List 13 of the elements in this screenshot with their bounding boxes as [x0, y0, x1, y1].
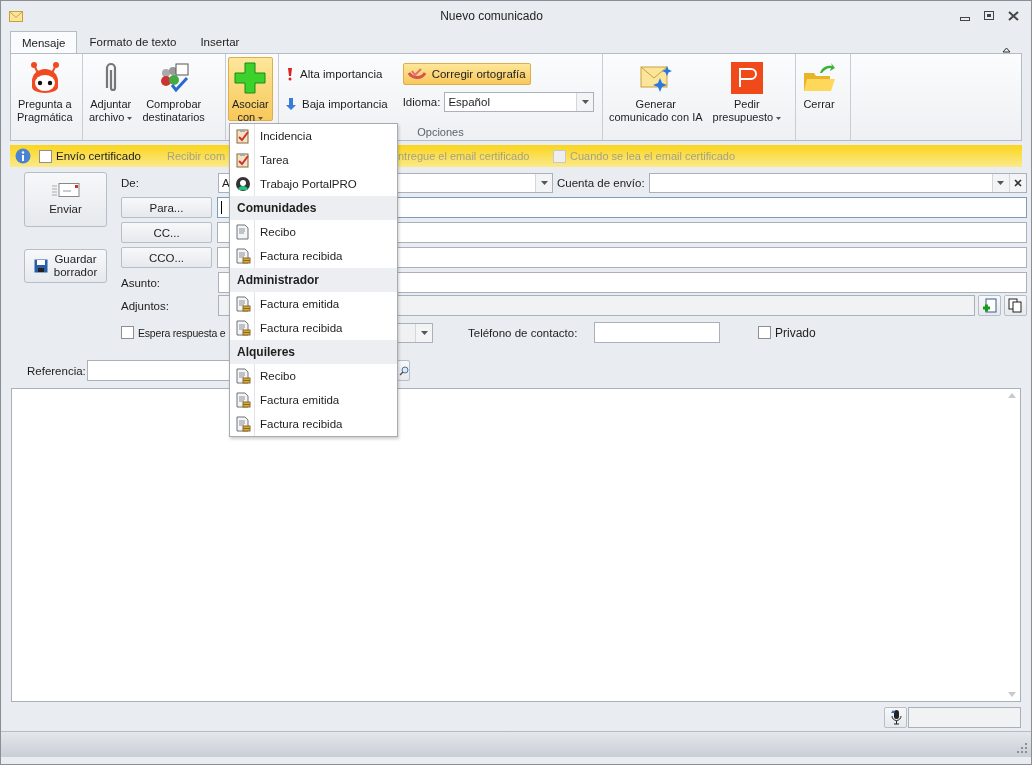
window-title: Nuevo comunicado	[439, 9, 544, 23]
account-label: Cuenta de envío:	[557, 176, 645, 189]
language-label: Idioma:	[402, 95, 441, 108]
from-label: De:	[121, 176, 140, 189]
receipt-option-text: ntregue el email certificado	[398, 150, 530, 162]
attachments-label: Adjuntos:	[121, 299, 170, 312]
menu-section-header: Administrador	[230, 268, 397, 292]
phone-label: Teléfono de contacto:	[468, 326, 579, 339]
menu-section-header: Alquileres	[230, 340, 397, 364]
receipt-option-text: Recibir com	[167, 150, 226, 162]
subject-label: Asunto:	[121, 276, 161, 289]
menu-section-header: Comunidades	[230, 196, 397, 220]
reference-label: Referencia:	[27, 364, 87, 377]
